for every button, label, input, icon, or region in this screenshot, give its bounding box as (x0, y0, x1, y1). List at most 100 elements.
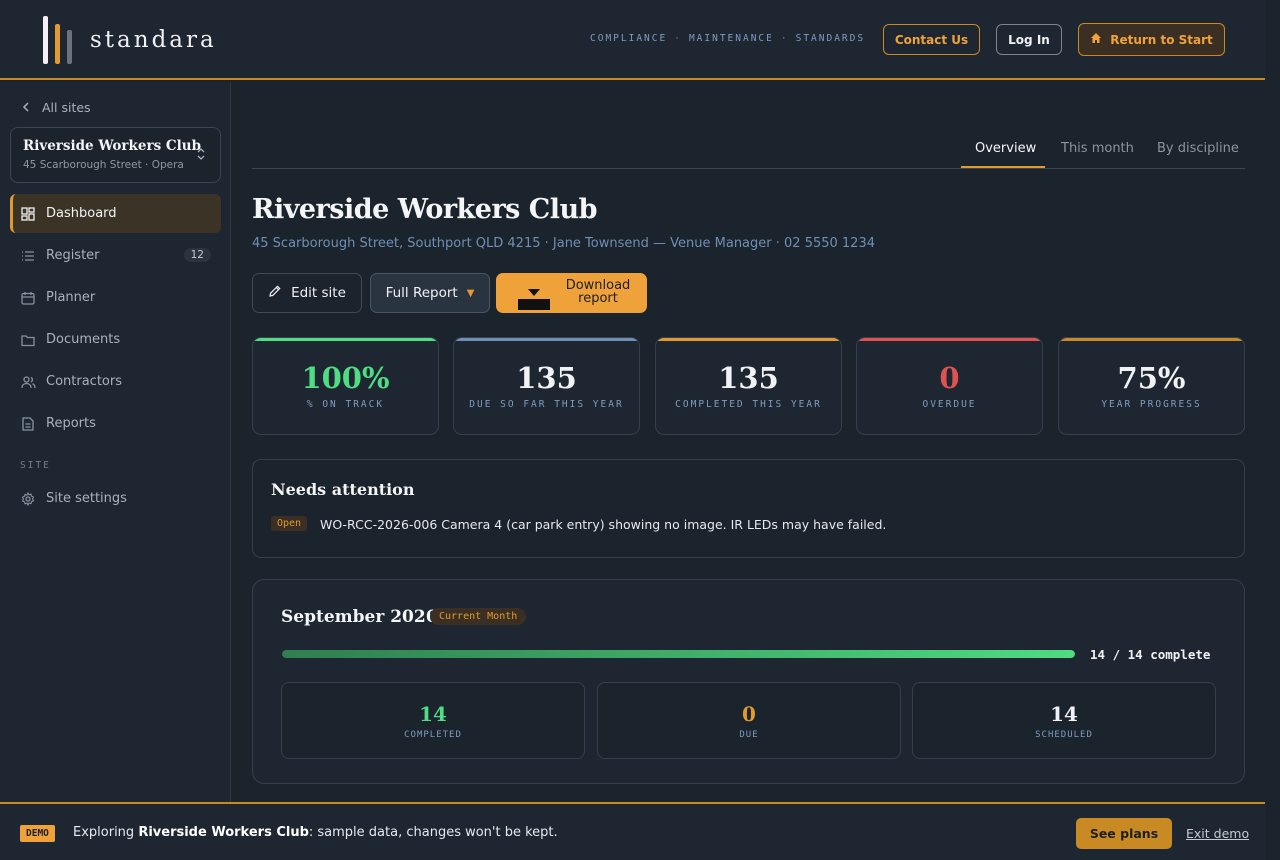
full-report-label: Full Report (385, 285, 458, 301)
top-header: standara COMPLIANCE · MAINTENANCE · STAN… (0, 0, 1265, 80)
chevron-left-icon (22, 100, 30, 115)
brand-name: standara (90, 27, 217, 53)
stat-label: % ON TRACK (306, 399, 385, 410)
return-to-start-label: Return to Start (1110, 32, 1213, 47)
stat-accent-line (253, 338, 438, 341)
folder-icon (20, 332, 36, 348)
sidebar: All sites Riverside Workers Club 45 Scar… (0, 82, 231, 803)
sidebar-section-label: SITE (20, 460, 51, 471)
nav-separator: · (674, 33, 682, 44)
sidebar-item-label: Planner (46, 290, 96, 305)
demo-tag: DEMO (20, 825, 55, 842)
stat-card-completed: 135 COMPLETED THIS YEAR (655, 337, 842, 435)
stat-label: DUE SO FAR THIS YEAR (469, 399, 624, 410)
edit-site-label: Edit site (291, 285, 346, 301)
sidebar-item-planner[interactable]: Planner (10, 278, 221, 317)
view-tabs: Overview This month By discipline (252, 130, 1245, 169)
demo-banner: DEMO Exploring Riverside Workers Club: s… (0, 802, 1265, 860)
sidebar-item-dashboard[interactable]: Dashboard (10, 194, 221, 233)
sidebar-item-contractors[interactable]: Contractors (10, 362, 221, 401)
current-month-panel: September 2026 Current Month 14 / 14 com… (252, 579, 1245, 784)
work-order-item[interactable]: WO-RCC-2026-006 Camera 4 (car park entry… (320, 517, 886, 532)
month-progress-label: 14 / 14 complete (1090, 647, 1211, 662)
sidebar-item-label: Site settings (46, 491, 127, 506)
month-card-label: SCHEDULED (1035, 730, 1093, 740)
stat-value: 100% (301, 361, 390, 395)
all-sites-link[interactable]: All sites (22, 100, 91, 115)
sidebar-item-label: Dashboard (46, 206, 117, 221)
tab-overview[interactable]: Overview (975, 141, 1036, 156)
logo-bars-icon (40, 14, 74, 66)
current-month-badge: Current Month (430, 608, 527, 625)
site-selector[interactable]: Riverside Workers Club 45 Scarborough St… (10, 127, 221, 183)
exit-demo-link[interactable]: Exit demo (1186, 826, 1249, 841)
stat-card-year-progress: 75% YEAR PROGRESS (1058, 337, 1245, 435)
month-card-due: 0 DUE (597, 682, 901, 759)
register-count-badge: 12 (183, 248, 211, 262)
tab-this-month[interactable]: This month (1061, 141, 1134, 156)
month-progress-fill (282, 650, 1075, 658)
site-details: 45 Scarborough Street, Southport QLD 421… (252, 236, 875, 251)
sidebar-item-reports[interactable]: Reports (10, 404, 221, 443)
month-card-scheduled: 14 SCHEDULED (912, 682, 1216, 759)
nav-link-compliance[interactable]: COMPLIANCE (590, 33, 667, 44)
users-icon (20, 374, 36, 390)
scrollbar[interactable] (1265, 0, 1280, 860)
home-icon (1090, 32, 1102, 47)
stat-value: 75% (1117, 361, 1186, 395)
sidebar-item-label: Documents (46, 332, 121, 347)
caret-down-icon: ▼ (466, 287, 475, 299)
all-sites-label: All sites (42, 100, 91, 115)
stat-label: COMPLETED THIS YEAR (675, 399, 822, 410)
tab-by-discipline[interactable]: By discipline (1157, 141, 1239, 156)
needs-attention-title: Needs attention (271, 480, 415, 499)
download-report-button[interactable]: Download report (496, 273, 647, 313)
month-card-completed: 14 COMPLETED (281, 682, 585, 759)
site-selector-address: 45 Scarborough Street · Operational (23, 159, 183, 171)
stat-label: YEAR PROGRESS (1101, 399, 1202, 410)
page-title: Riverside Workers Club (252, 194, 598, 225)
month-card-value: 14 (419, 702, 447, 726)
download-report-label: Download report (565, 278, 631, 306)
contact-us-button[interactable]: Contact Us (883, 24, 980, 55)
brand-logo[interactable]: standara (40, 14, 217, 66)
stat-card-overdue: 0 OVERDUE (856, 337, 1043, 435)
month-card-value: 0 (742, 702, 756, 726)
stat-card-on-track: 100% % ON TRACK (252, 337, 439, 435)
nav-separator: · (780, 33, 789, 44)
stat-accent-line (1059, 338, 1244, 341)
month-title: September 2026 (281, 607, 438, 627)
log-in-button[interactable]: Log In (996, 24, 1062, 55)
pencil-icon (268, 284, 282, 302)
site-selector-name: Riverside Workers Club (23, 138, 202, 154)
edit-site-button[interactable]: Edit site (252, 273, 362, 313)
stat-value: 0 (939, 361, 960, 395)
sidebar-item-label: Contractors (46, 374, 122, 389)
month-card-label: DUE (739, 730, 759, 740)
sidebar-item-documents[interactable]: Documents (10, 320, 221, 359)
month-progress-bar (282, 650, 1075, 658)
see-plans-button[interactable]: See plans (1076, 818, 1172, 849)
active-tab-indicator (961, 166, 1045, 168)
gear-icon (20, 491, 36, 507)
stat-value: 135 (516, 361, 577, 395)
document-icon (20, 416, 36, 432)
sidebar-item-label: Register (46, 248, 100, 263)
stat-label: OVERDUE (922, 399, 977, 410)
nav-link-standards[interactable]: STANDARDS (796, 33, 865, 44)
stat-value: 135 (718, 361, 779, 395)
stat-accent-line (857, 338, 1042, 341)
sidebar-item-site-settings[interactable]: Site settings (10, 479, 221, 518)
return-to-start-button[interactable]: Return to Start (1078, 23, 1225, 56)
chevron-up-down-icon (196, 147, 206, 161)
download-icon (517, 289, 551, 310)
needs-attention-panel: Needs attention Open WO-RCC-2026-006 Cam… (252, 459, 1245, 558)
status-badge: Open (271, 516, 308, 531)
top-nav: COMPLIANCE · MAINTENANCE · STANDARDS (590, 33, 865, 44)
sidebar-item-register[interactable]: Register 12 (10, 236, 221, 275)
demo-message: Exploring Riverside Workers Club: sample… (73, 825, 558, 840)
month-card-value: 14 (1050, 702, 1078, 726)
nav-link-maintenance[interactable]: MAINTENANCE (689, 33, 774, 44)
stat-accent-line (656, 338, 841, 341)
full-report-dropdown[interactable]: Full Report ▼ (370, 273, 490, 313)
